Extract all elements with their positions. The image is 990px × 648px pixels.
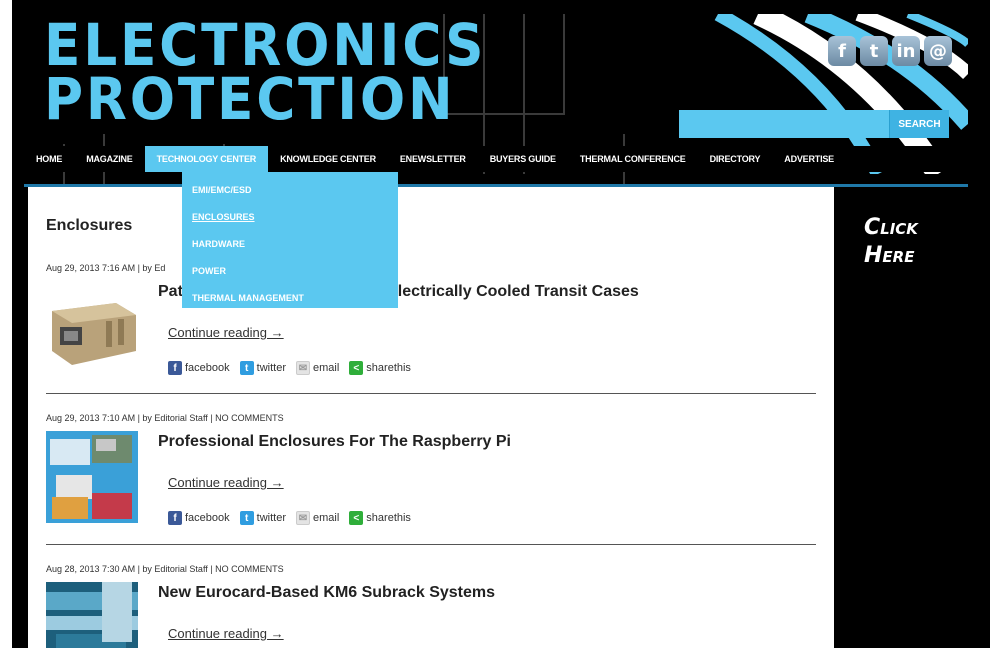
dropdown-item-hardware[interactable]: HARDWARE bbox=[182, 230, 398, 257]
post-title[interactable]: New Eurocard-Based KM6 Subrack Systems bbox=[158, 584, 495, 602]
nav-magazine[interactable]: MAGAZINE bbox=[74, 146, 144, 172]
nav-knowledge-center[interactable]: KNOWLEDGE CENTER bbox=[268, 146, 388, 172]
facebook-icon: f bbox=[168, 511, 182, 525]
post-divider bbox=[46, 544, 816, 545]
share-sharethis[interactable]: < sharethis bbox=[349, 511, 411, 525]
click-here-line-2: Here bbox=[864, 243, 915, 268]
social-links: f t in @ bbox=[828, 36, 952, 66]
logo-line-1: ELECTRONICS bbox=[44, 14, 487, 79]
email-icon[interactable]: @ bbox=[924, 36, 952, 66]
share-twitter[interactable]: t twitter bbox=[239, 361, 286, 375]
dropdown-item-power[interactable]: POWER bbox=[182, 257, 398, 284]
post-meta: Aug 28, 2013 7:30 AM | by Editorial Staf… bbox=[46, 564, 284, 574]
main-nav: HOME MAGAZINE TECHNOLOGY CENTER KNOWLEDG… bbox=[24, 146, 968, 172]
share-email[interactable]: ✉ email bbox=[296, 511, 339, 525]
post-item: Aug 29, 2013 7:16 AM | by Ed Pat electric… bbox=[46, 263, 818, 375]
nav-thermal-conference[interactable]: THERMAL CONFERENCE bbox=[568, 146, 698, 172]
technology-center-dropdown: EMI/EMC/ESD ENCLOSURES HARDWARE POWER TH… bbox=[182, 172, 398, 308]
post-title[interactable]: Professional Enclosures For The Raspberr… bbox=[158, 433, 511, 451]
post-item: Aug 29, 2013 7:10 AM | by Editorial Staf… bbox=[46, 413, 818, 525]
share-bar: f facebook t twitter ✉ email < sharethis bbox=[168, 511, 411, 525]
nav-home[interactable]: HOME bbox=[24, 146, 74, 172]
facebook-icon: f bbox=[168, 361, 182, 375]
post-meta: Aug 29, 2013 7:16 AM | by Ed bbox=[46, 263, 166, 273]
main-content: Enclosures Aug 29, 2013 7:16 AM | by Ed … bbox=[28, 187, 834, 648]
continue-reading-link[interactable]: Continue reading → bbox=[168, 325, 284, 340]
nav-technology-center[interactable]: TECHNOLOGY CENTER bbox=[144, 146, 269, 172]
nav-enewsletter[interactable]: ENEWSLETTER bbox=[388, 146, 478, 172]
share-facebook[interactable]: f facebook bbox=[168, 361, 230, 375]
nav-directory[interactable]: DIRECTORY bbox=[698, 146, 773, 172]
post-thumbnail[interactable] bbox=[46, 431, 138, 523]
post-title-start: Pat bbox=[158, 283, 183, 300]
linkedin-icon[interactable]: in bbox=[892, 36, 920, 66]
share-icon: < bbox=[349, 511, 364, 525]
email-icon: ✉ bbox=[296, 361, 310, 375]
post-item: Aug 28, 2013 7:30 AM | by Editorial Staf… bbox=[46, 564, 818, 648]
email-icon: ✉ bbox=[296, 511, 310, 525]
nav-buyers-guide[interactable]: BUYERS GUIDE bbox=[478, 146, 568, 172]
post-meta: Aug 29, 2013 7:10 AM | by Editorial Staf… bbox=[46, 413, 284, 423]
share-facebook[interactable]: f facebook bbox=[168, 511, 230, 525]
site-logo[interactable]: ELECTRONICS PROTECTION bbox=[44, 14, 487, 133]
dropdown-item-thermal-management[interactable]: THERMAL MANAGEMENT bbox=[182, 284, 398, 311]
continue-reading-link[interactable]: Continue reading → bbox=[168, 475, 284, 490]
post-title-end: electrically Cooled Transit Cases bbox=[388, 283, 639, 300]
post-thumbnail[interactable] bbox=[46, 582, 138, 648]
logo-line-2: PROTECTION bbox=[44, 65, 456, 133]
dropdown-item-enclosures[interactable]: ENCLOSURES bbox=[182, 203, 398, 230]
twitter-icon[interactable]: t bbox=[860, 36, 888, 66]
share-bar: f facebook t twitter ✉ email < sharethis bbox=[168, 361, 411, 375]
twitter-icon: t bbox=[239, 511, 254, 525]
click-here-line-1: Click bbox=[864, 215, 918, 240]
share-email[interactable]: ✉ email bbox=[296, 361, 339, 375]
share-sharethis[interactable]: < sharethis bbox=[349, 361, 411, 375]
nav-advertise[interactable]: ADVERTISE bbox=[772, 146, 846, 172]
dropdown-item-emi-emc-esd[interactable]: EMI/EMC/ESD bbox=[182, 176, 398, 203]
search-button[interactable]: SEARCH bbox=[889, 110, 949, 138]
continue-reading-link[interactable]: Continue reading → bbox=[168, 626, 284, 641]
facebook-icon[interactable]: f bbox=[828, 36, 856, 66]
search-input[interactable] bbox=[679, 110, 889, 138]
post-divider bbox=[46, 393, 816, 394]
page-title: Enclosures bbox=[46, 217, 133, 234]
search-bar: SEARCH bbox=[679, 110, 949, 138]
click-here-banner[interactable]: Click Here bbox=[864, 214, 918, 270]
post-thumbnail[interactable] bbox=[46, 281, 138, 373]
twitter-icon: t bbox=[239, 361, 254, 375]
share-icon: < bbox=[349, 361, 364, 375]
share-twitter[interactable]: t twitter bbox=[239, 511, 286, 525]
